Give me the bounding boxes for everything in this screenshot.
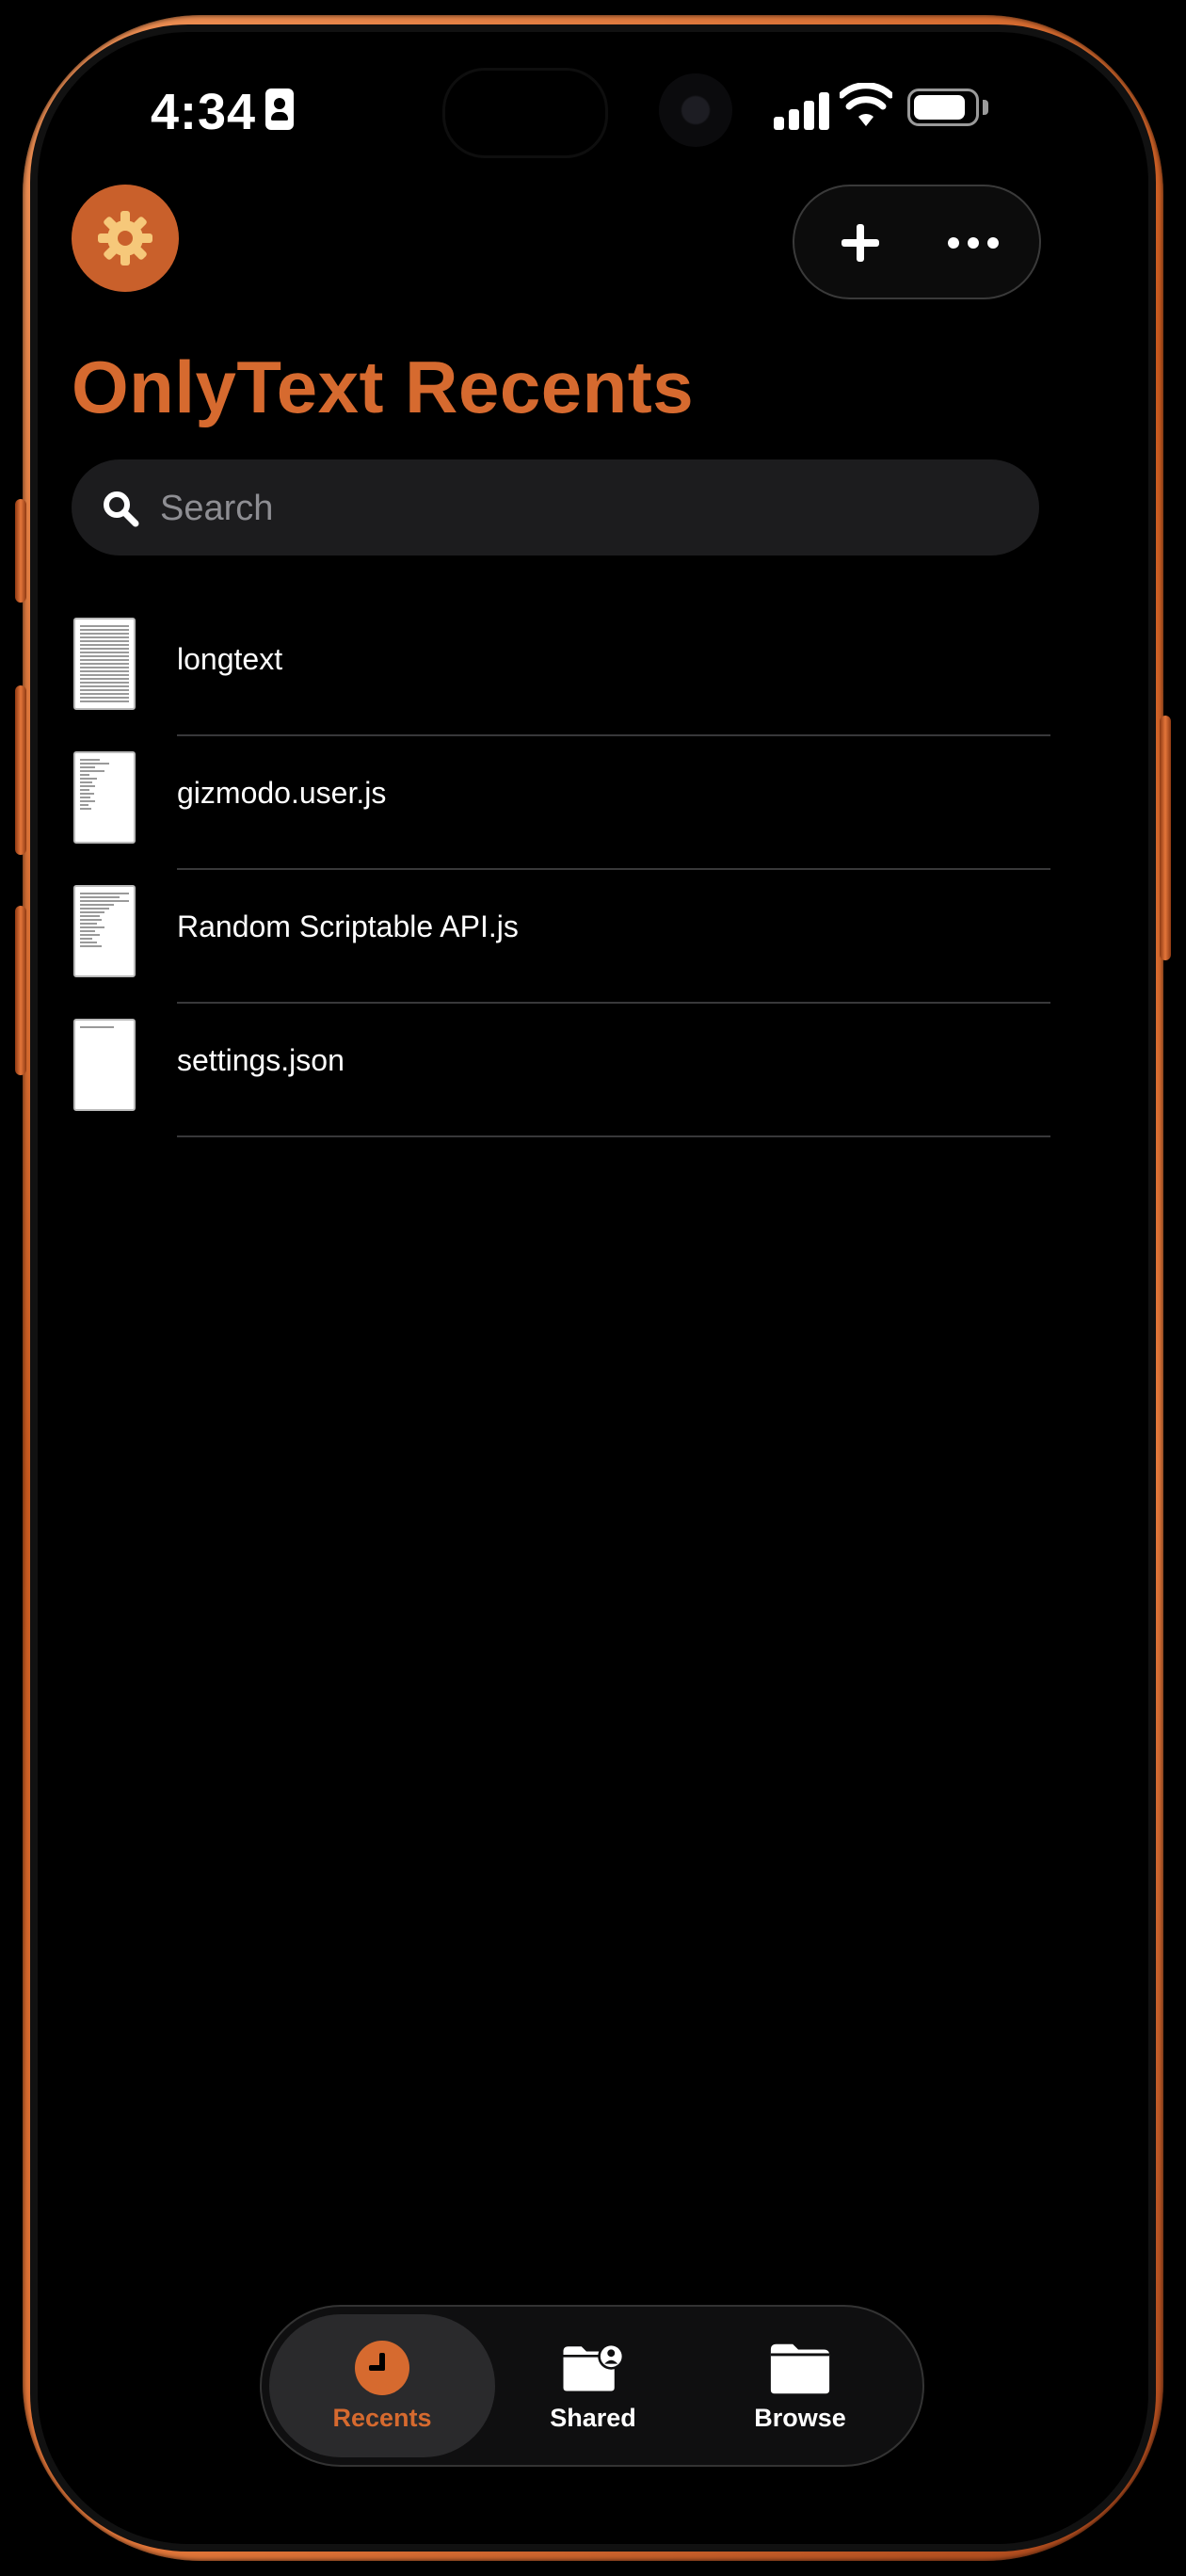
clock-icon (355, 2340, 409, 2395)
recent-files-list: longtext gizmodo.user.js Random Scriptab… (72, 603, 1050, 1137)
battery-icon (907, 89, 979, 126)
volume-down-button (15, 906, 26, 1075)
battery-cap (983, 100, 988, 115)
ellipsis-icon (948, 237, 959, 249)
status-time: 4:34 (151, 84, 257, 140)
page-title: OnlyText Recents (72, 346, 695, 428)
file-name: Random Scriptable API.js (177, 910, 519, 943)
tab-label: Shared (550, 2403, 636, 2432)
battery-level (914, 95, 965, 120)
document-thumbnail (73, 885, 136, 977)
id-card-icon (265, 89, 294, 130)
tab-label: Recents (332, 2403, 432, 2432)
action-button (15, 499, 26, 603)
search-input[interactable] (158, 459, 1009, 557)
file-name: longtext (177, 642, 283, 676)
toolbar-actions (793, 185, 1041, 299)
document-thumbnail (73, 1019, 136, 1111)
dynamic-island-sensor (442, 68, 608, 158)
front-camera (659, 73, 732, 147)
list-item[interactable]: gizmodo.user.js (72, 736, 1050, 870)
list-item[interactable]: Random Scriptable API.js (72, 870, 1050, 1004)
shared-folder-icon (563, 2343, 625, 2391)
document-thumbnail (73, 751, 136, 844)
volume-up-button (15, 685, 26, 855)
folder-icon (770, 2343, 830, 2393)
list-item[interactable]: settings.json (72, 1004, 1050, 1137)
wifi-icon (840, 83, 892, 126)
cellular-signal-icon (774, 90, 830, 130)
search-bar[interactable] (72, 459, 1039, 557)
add-button[interactable] (830, 213, 890, 273)
tab-shared[interactable]: Shared (480, 2314, 706, 2457)
settings-button[interactable] (72, 185, 179, 292)
document-thumbnail (73, 618, 136, 710)
tab-bar: Recents Shared Browse (260, 2305, 924, 2467)
divider (177, 1135, 1050, 1137)
more-button[interactable] (936, 213, 1011, 273)
file-name: settings.json (177, 1043, 345, 1077)
file-name: gizmodo.user.js (177, 776, 387, 810)
power-button (1160, 716, 1171, 960)
tab-label: Browse (754, 2403, 846, 2432)
plus-icon (841, 224, 879, 262)
gear-icon (98, 211, 152, 266)
search-icon (104, 491, 139, 527)
ellipsis-icon-dot (968, 237, 979, 249)
tab-browse[interactable]: Browse (687, 2314, 913, 2457)
list-item[interactable]: longtext (72, 603, 1050, 736)
ellipsis-icon-dot (987, 237, 999, 249)
tab-recents[interactable]: Recents (269, 2314, 495, 2457)
